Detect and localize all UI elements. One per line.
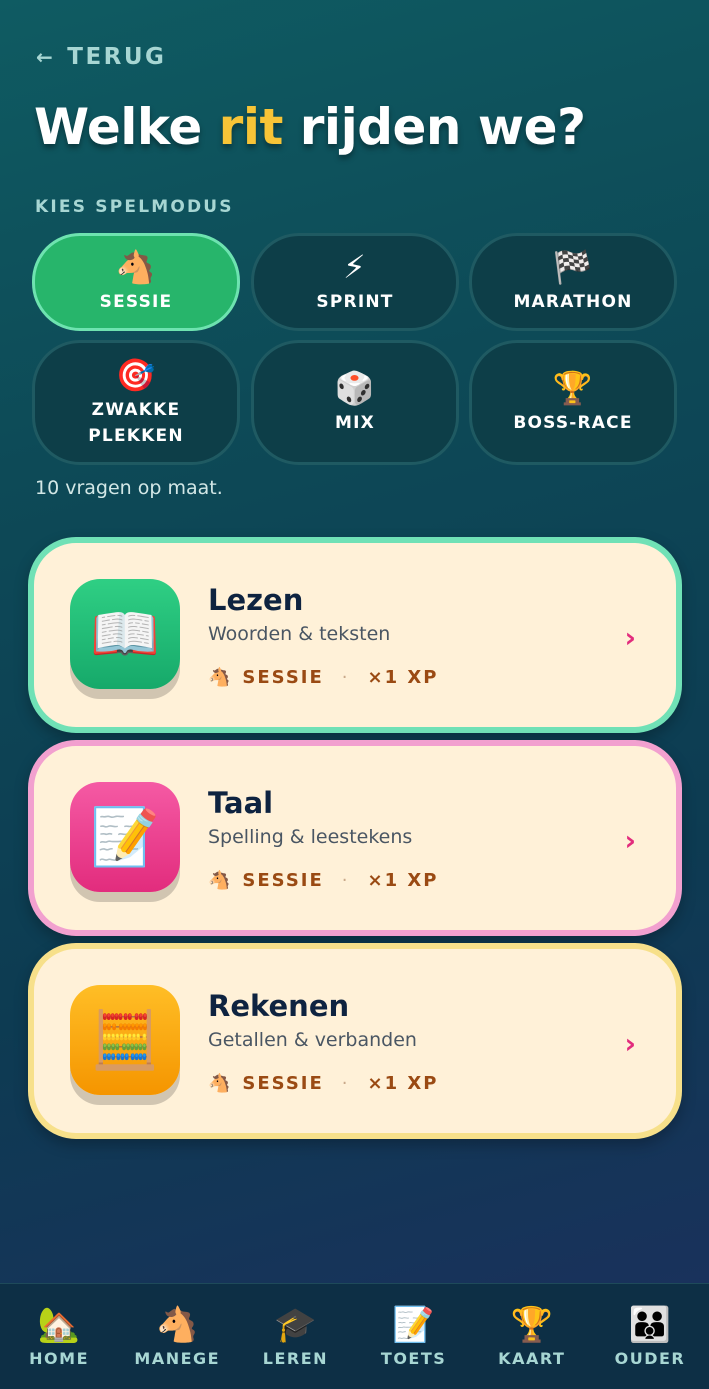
back-button[interactable]: ← TERUG [36, 44, 166, 70]
mode-sprint-button[interactable]: ⚡ SPRINT [251, 233, 459, 331]
mode-marathon-button[interactable]: 🏁 MARATHON [469, 233, 677, 331]
page-title: Welke rit rijden we? [34, 98, 586, 156]
horse-icon: 🐴 [208, 1073, 233, 1094]
back-arrow-icon: ← [36, 45, 56, 69]
card-subtitle: Woorden & teksten [208, 623, 391, 645]
nav-item-ouder[interactable]: 👪 OUDER [591, 1284, 709, 1389]
mode-sessie-button[interactable]: 🐴 SESSIE [32, 233, 240, 331]
card-xp: ×1 XP [367, 667, 439, 688]
writing-icon: 📝 [70, 782, 180, 892]
horse-icon: 🐴 [115, 248, 157, 286]
chevron-right-icon: › [624, 621, 636, 654]
title-part-1: Welke [34, 98, 219, 156]
card-title: Taal [208, 786, 274, 820]
mode-hint: 10 vragen op maat. [35, 477, 223, 499]
mode-mix-button[interactable]: 🎲 MIX [251, 340, 459, 465]
separator-dot: · [341, 1073, 350, 1094]
card-subtitle: Spelling & leestekens [208, 826, 413, 848]
nav-item-manege[interactable]: 🐴 MANEGE [118, 1284, 236, 1389]
calculator-icon: 🧮 [70, 985, 180, 1095]
nav-item-home[interactable]: 🏡 HOME [0, 1284, 118, 1389]
dice-icon: 🎲 [334, 368, 376, 407]
nav-label: LEREN [262, 1349, 329, 1368]
card-mode: SESSIE [242, 870, 324, 891]
mode-heading: KIES SPELMODUS [35, 197, 234, 217]
separator-dot: · [341, 667, 350, 688]
card-title: Rekenen [208, 989, 350, 1023]
card-title: Lezen [208, 583, 304, 617]
card-xp: ×1 XP [367, 1073, 439, 1094]
mode-label: MIX [335, 412, 375, 433]
card-meta: 🐴 SESSIE · ×1 XP [208, 667, 438, 688]
card-xp: ×1 XP [367, 870, 439, 891]
card-meta: 🐴 SESSIE · ×1 XP [208, 870, 438, 891]
chevron-right-icon: › [624, 824, 636, 857]
nav-item-kaart[interactable]: 🏆 KAART [473, 1284, 591, 1389]
nav-label: TOETS [380, 1349, 447, 1368]
subject-card-rekenen[interactable]: 🧮 Rekenen Getallen & verbanden 🐴 SESSIE … [28, 943, 682, 1139]
family-icon: 👪 [628, 1305, 672, 1345]
nav-label: MANEGE [134, 1349, 221, 1368]
nav-label: HOME [29, 1349, 89, 1368]
graduation-cap-icon: 🎓 [274, 1305, 317, 1345]
card-mode: SESSIE [242, 667, 324, 688]
nav-item-leren[interactable]: 🎓 LEREN [236, 1284, 354, 1389]
title-part-2: rijden we? [282, 98, 586, 156]
nav-label: OUDER [614, 1349, 686, 1368]
card-meta: 🐴 SESSIE · ×1 XP [208, 1073, 438, 1094]
horse-icon: 🐴 [208, 870, 233, 891]
trophy-icon: 🏆 [552, 368, 594, 407]
nav-item-toets[interactable]: 📝 TOETS [355, 1284, 473, 1389]
mode-zwakke-plekken-button[interactable]: 🎯 ZWAKKE PLEKKEN [32, 340, 240, 465]
card-subtitle: Getallen & verbanden [208, 1029, 417, 1051]
back-label: TERUG [67, 44, 167, 70]
subject-card-lezen[interactable]: 📖 Lezen Woorden & teksten 🐴 SESSIE · ×1 … [28, 537, 682, 733]
mode-label: ZWAKKE PLEKKEN [88, 399, 184, 446]
trophy-icon: 🏆 [510, 1305, 553, 1345]
separator-dot: · [341, 870, 350, 891]
target-icon: 🎯 [115, 355, 157, 394]
chevron-right-icon: › [624, 1027, 636, 1060]
horse-icon: 🐴 [156, 1305, 199, 1345]
mode-label: SESSIE [99, 292, 173, 312]
mode-label: MARATHON [513, 292, 633, 312]
mode-label: SPRINT [316, 292, 394, 312]
card-mode: SESSIE [242, 1073, 324, 1094]
bottom-nav: 🏡 HOME 🐴 MANEGE 🎓 LEREN 📝 TOETS 🏆 KAART … [0, 1283, 709, 1389]
checkered-flag-icon: 🏁 [552, 248, 594, 286]
house-icon: 🏡 [37, 1305, 81, 1345]
open-book-icon: 📖 [70, 579, 180, 689]
mode-label: BOSS-RACE [513, 412, 633, 433]
nav-label: KAART [498, 1349, 566, 1368]
lightning-icon: ⚡ [343, 248, 367, 286]
horse-icon: 🐴 [208, 667, 233, 688]
title-accent: rit [218, 98, 284, 156]
subject-card-taal[interactable]: 📝 Taal Spelling & leestekens 🐴 SESSIE · … [28, 740, 682, 936]
mode-boss-race-button[interactable]: 🏆 BOSS-RACE [469, 340, 677, 465]
memo-icon: 📝 [392, 1305, 435, 1345]
